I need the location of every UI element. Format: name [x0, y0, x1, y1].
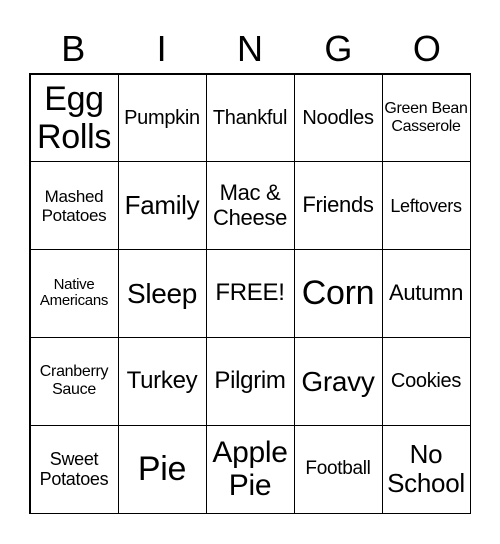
- header-letter-i: I: [156, 28, 167, 69]
- bingo-cell[interactable]: Corn: [293, 249, 383, 338]
- header-letter-o: O: [412, 28, 441, 69]
- bingo-cell[interactable]: Leftovers: [381, 161, 471, 251]
- bingo-cell[interactable]: Mac & Cheese: [205, 161, 295, 251]
- bingo-cell[interactable]: Noodles: [293, 73, 383, 163]
- bingo-cell[interactable]: Cookies: [381, 336, 471, 426]
- header-letter-g: G: [324, 28, 353, 69]
- bingo-cell[interactable]: Family: [117, 161, 207, 251]
- header-letter-n: N: [237, 28, 264, 69]
- bingo-cell[interactable]: Apple Pie: [205, 424, 295, 514]
- bingo-cell[interactable]: Autumn: [381, 249, 471, 338]
- bingo-cell[interactable]: Native Americans: [29, 249, 119, 338]
- bingo-cell[interactable]: Sleep: [117, 249, 207, 338]
- bingo-cell[interactable]: Green Bean Casserole: [381, 73, 471, 163]
- bingo-cell[interactable]: Thankful: [205, 73, 295, 163]
- bingo-cell[interactable]: Gravy: [293, 336, 383, 426]
- bingo-cell[interactable]: Sweet Potatoes: [29, 424, 119, 514]
- header-letter-b: B: [61, 28, 86, 69]
- bingo-cell[interactable]: Mashed Potatoes: [29, 161, 119, 251]
- bingo-cell[interactable]: Turkey: [117, 336, 207, 426]
- bingo-header: B I N G O: [29, 26, 471, 72]
- bingo-grid: Egg Rolls Pumpkin Thankful Noodles Green…: [29, 73, 471, 514]
- bingo-cell[interactable]: Pie: [117, 424, 207, 514]
- bingo-cell[interactable]: Football: [293, 424, 383, 514]
- bingo-cell[interactable]: Cranberry Sauce: [29, 336, 119, 426]
- bingo-cell[interactable]: Friends: [293, 161, 383, 251]
- bingo-cell[interactable]: Egg Rolls: [29, 73, 119, 163]
- bingo-cell[interactable]: Pilgrim: [205, 336, 295, 426]
- bingo-cell[interactable]: Pumpkin: [117, 73, 207, 163]
- free-space[interactable]: FREE!: [205, 249, 295, 338]
- bingo-cell[interactable]: No School: [381, 424, 471, 514]
